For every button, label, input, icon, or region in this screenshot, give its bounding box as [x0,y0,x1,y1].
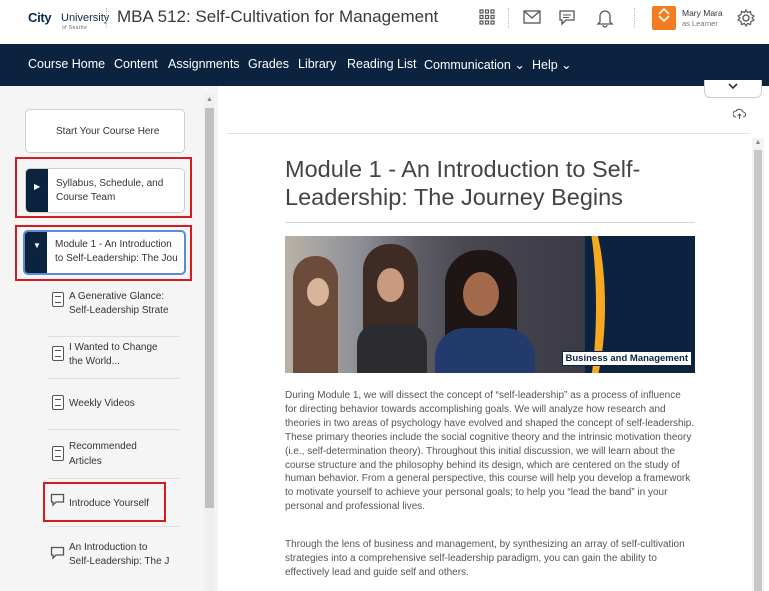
user-role: as Learner [682,19,718,28]
mail-icon[interactable] [521,8,543,30]
document-icon [52,395,64,410]
logo-subtitle: of Seattle [62,25,88,31]
bell-icon[interactable] [594,8,616,30]
page-title-line2: Leadership: The Journey Begins [285,184,623,210]
avatar[interactable] [652,6,676,30]
scroll-up-arrow-icon[interactable]: ▲ [752,138,764,148]
toc-subitem-line1: I Wanted to Change [69,342,158,353]
intro-paragraph-2: Through the lens of business and managem… [285,539,685,578]
logo-university-text: University [61,12,110,24]
chat-icon[interactable] [556,8,578,30]
course-navbar: Course Home Content Assignments Grades L… [0,44,769,86]
highlight-box [15,157,192,218]
user-name[interactable]: Mary Mara [682,8,723,18]
header-divider [634,8,635,28]
toc-subitem-line2: Articles [69,456,102,467]
page-title-line1: Module 1 - An Introduction to Self- [285,156,641,182]
cloud-sync-icon[interactable] [732,108,747,123]
course-title[interactable]: MBA 512: Self-Cultivation for Management [117,7,438,27]
nav-help[interactable]: Help ⌄ [532,57,572,72]
toc-scrollbar-thumb[interactable] [205,108,214,508]
person-face [377,268,404,302]
intro-paragraph-1: During Module 1, we will dissect the con… [285,390,695,513]
content-scrollbar-thumb[interactable] [754,150,762,591]
university-logo[interactable]: City University of Seattle [28,10,109,31]
banner-tag: Business and Management [561,351,692,366]
divider [227,133,750,134]
toc-subitem[interactable]: Weekly Videos [48,379,179,430]
person-figure [293,256,338,373]
logo-city-text: City [28,10,52,25]
nav-reading-list[interactable]: Reading List [347,57,417,71]
nav-grades[interactable]: Grades [248,57,289,71]
person-face [307,278,329,306]
gear-icon[interactable] [735,8,757,30]
highlight-box [43,482,166,522]
toc-subitem[interactable]: An Introduction to Self-Leadership: The … [48,527,179,591]
nav-communication[interactable]: Communication ⌄ [424,57,525,72]
toc-subitem-line2: Self-Leadership Strate [69,305,169,316]
toc-subitem[interactable]: Recommended Articles [48,430,179,479]
top-header: City University of Seattle MBA 512: Self… [0,0,769,44]
discussion-icon [50,546,65,564]
apps-grid-icon[interactable] [476,8,498,30]
page-title: Module 1 - An Introduction to Self- Lead… [285,155,705,211]
toc-subitem-line2: Self-Leadership: The J [69,556,170,567]
person-body [357,324,427,373]
nav-assignments[interactable]: Assignments [168,57,240,71]
nav-content[interactable]: Content [114,57,158,71]
toc-subitem-line1: Weekly Videos [69,398,135,409]
nav-library[interactable]: Library [298,57,336,71]
toc-subitem-line2: the World... [69,356,120,367]
highlight-box [15,225,192,281]
header-divider [508,8,509,28]
toc-subitem[interactable]: A Generative Glance: Self-Leadership Str… [48,285,179,337]
header-divider [106,8,107,28]
person-face [463,272,499,316]
chevron-down-icon[interactable] [704,80,762,98]
toc-subitem-line1: A Generative Glance: [69,291,165,302]
toc-subitem-line1: Recommended [69,441,137,452]
toc-subitem-line1: An Introduction to [69,542,148,553]
toc-subitem[interactable]: I Wanted to Change the World... [48,337,179,379]
document-icon [52,346,64,361]
document-icon [52,446,64,461]
toc-start-label: Start Your Course Here [56,126,160,137]
module-banner-image: Business and Management [285,236,695,373]
toc-start-course[interactable]: Start Your Course Here [25,109,185,153]
scroll-up-arrow-icon[interactable]: ▲ [204,94,215,105]
person-body [435,328,535,373]
nav-course-home[interactable]: Course Home [28,57,105,71]
divider [285,222,695,223]
document-icon [52,292,64,307]
